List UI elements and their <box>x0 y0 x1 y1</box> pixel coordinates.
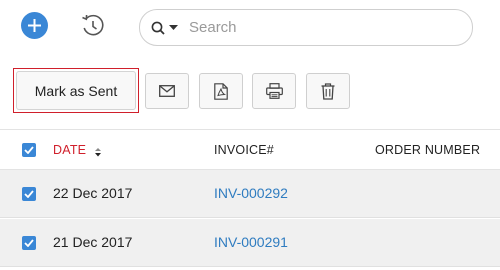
printer-icon <box>265 83 283 99</box>
column-header-order-number[interactable]: ORDER NUMBER <box>375 143 480 157</box>
history-clock-icon <box>82 14 104 36</box>
sort-arrows-icon[interactable] <box>94 147 102 157</box>
row-checkbox[interactable] <box>22 236 36 250</box>
table-header: DATE INVOICE# ORDER NUMBER <box>0 129 500 170</box>
add-new-button[interactable] <box>21 12 48 39</box>
search-scope-dropdown[interactable] <box>151 21 185 35</box>
recent-activity-button[interactable] <box>80 12 106 40</box>
table-row[interactable]: 21 Dec 2017 INV-000291 <box>0 219 500 267</box>
mark-as-sent-label: Mark as Sent <box>34 82 118 99</box>
search-bar <box>139 9 473 46</box>
mark-as-sent-button-highlight: Mark as Sent <box>13 68 139 113</box>
check-icon <box>24 146 34 154</box>
check-icon <box>24 239 34 247</box>
check-icon <box>24 190 34 198</box>
print-button[interactable] <box>252 73 296 109</box>
search-icon <box>151 21 165 35</box>
email-button[interactable] <box>145 73 189 109</box>
pdf-icon <box>214 82 228 100</box>
invoice-date: 21 Dec 2017 <box>53 234 133 250</box>
select-all-checkbox[interactable] <box>22 143 36 157</box>
pdf-button[interactable] <box>199 73 243 109</box>
caret-down-icon <box>169 24 178 30</box>
invoice-number-link[interactable]: INV-000292 <box>214 185 288 201</box>
search-input[interactable] <box>185 12 455 43</box>
delete-button[interactable] <box>306 73 350 109</box>
mail-icon <box>159 85 175 97</box>
trash-icon <box>321 82 335 100</box>
plus-icon <box>28 19 41 32</box>
invoice-date: 22 Dec 2017 <box>53 185 133 201</box>
row-checkbox[interactable] <box>22 187 36 201</box>
column-header-date[interactable]: DATE <box>53 143 86 157</box>
table-row[interactable]: 22 Dec 2017 INV-000292 <box>0 170 500 218</box>
column-header-invoice[interactable]: INVOICE# <box>214 143 274 157</box>
invoice-number-link[interactable]: INV-000291 <box>214 234 288 250</box>
mark-as-sent-button[interactable]: Mark as Sent <box>16 71 136 110</box>
